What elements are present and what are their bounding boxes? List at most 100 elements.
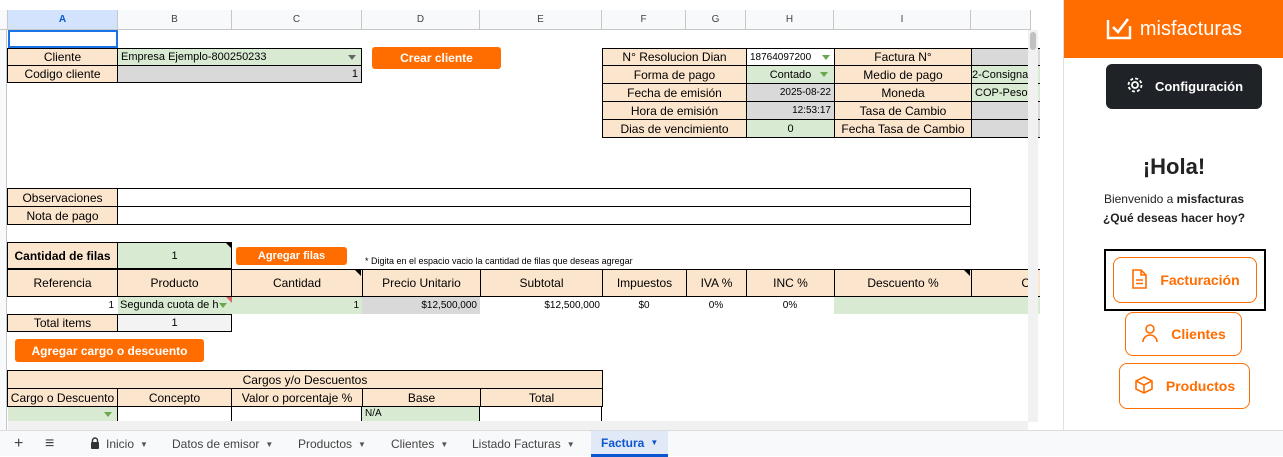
vertical-scrollbar[interactable] [1028,30,1038,422]
note-indicator [964,270,970,276]
total-items-value: 1 [117,314,232,332]
header-impuestos: Impuestos [602,269,687,297]
tab-clientes[interactable]: Clientes ▼ [391,431,448,457]
tab-factura[interactable]: Factura ▼ [591,431,669,457]
factura-numero-label: Factura N° [834,48,972,66]
chevron-down-icon[interactable] [348,55,356,60]
row-producto-select[interactable]: Segunda cuota de h [118,297,232,314]
agregar-filas-button[interactable]: Agregar filas [236,247,347,265]
all-sheets-menu-button[interactable]: ≡ [45,431,54,457]
welcome-text: Bienvenido a misfacturas [1064,192,1283,206]
lock-icon [90,436,100,452]
column-header-g[interactable]: G [686,10,746,30]
greeting-title: ¡Hola! [1142,154,1206,179]
crear-cliente-button[interactable]: Crear cliente [372,47,501,69]
cargos-header-base: Base [362,388,481,407]
dias-vencimiento-label: Dias de vencimiento [602,119,747,138]
brand-logo-text: misfacturas [1139,17,1243,40]
facturacion-button[interactable]: Facturación [1113,257,1257,303]
column-header-j[interactable] [971,10,1031,30]
chevron-down-icon[interactable] [820,72,828,77]
row-descuento[interactable] [834,297,1040,314]
user-icon [1141,323,1159,346]
column-header-i[interactable]: I [834,10,971,30]
chevron-down-icon[interactable]: ▼ [358,440,366,449]
cargos-row-concepto[interactable] [118,407,232,421]
chevron-down-icon[interactable]: ▼ [265,440,273,449]
select-all-corner[interactable] [0,10,8,30]
observaciones-label: Observaciones [7,188,118,207]
nota-pago-input[interactable] [117,206,971,225]
horizontal-scrollbar[interactable] [8,421,1028,430]
chevron-down-icon[interactable]: ▼ [440,440,448,449]
row-inc: 0% [782,300,798,311]
row-gutter[interactable] [0,30,7,430]
productos-button[interactable]: Productos [1119,363,1250,409]
tab-datos-emisor[interactable]: Datos de emisor ▼ [172,431,273,457]
header-referencia: Referencia [7,269,118,297]
chevron-down-icon[interactable] [219,303,227,308]
codigo-cliente-value: 1 [117,65,362,83]
cargos-header-valor: Valor o porcentaje % [231,388,363,407]
row-impuestos: $0 [638,300,650,311]
fecha-tasa-label: Fecha Tasa de Cambio [834,119,972,138]
column-header-d[interactable]: D [362,10,480,30]
header-precio-unitario: Precio Unitario [362,269,481,297]
cantidad-filas-input[interactable]: 1 [117,242,232,269]
header-subtotal: Subtotal [480,269,603,297]
dias-vencimiento-input[interactable]: 0 [746,119,835,138]
cliente-select[interactable]: Empresa Ejemplo-800250233 [117,48,362,66]
column-header-e[interactable]: E [480,10,602,30]
row-producto-value: Segunda cuota de h [120,299,219,311]
facturacion-label: Facturación [1160,272,1240,288]
row-cantidad[interactable]: 1 [232,297,362,314]
cargos-row-tipo[interactable] [8,407,118,421]
add-sheet-button[interactable]: + [14,431,23,457]
cliente-label: Cliente [7,48,118,66]
chevron-down-icon[interactable]: ▼ [140,440,148,449]
tab-inicio[interactable]: Inicio ▼ [90,431,148,457]
hora-emision-label: Hora de emisión [602,101,747,120]
configuracion-button[interactable]: Configuración [1106,64,1262,109]
medio-pago-label: Medio de pago [834,65,972,84]
column-header-f[interactable]: F [602,10,686,30]
header-inc: INC % [746,269,835,297]
tab-inicio-label: Inicio [106,437,135,451]
agregar-filas-hint: * Digita en el espacio vacio la cantidad… [365,256,633,266]
vertical-scroll-thumb[interactable] [1030,32,1036,50]
column-header-b[interactable]: B [118,10,232,30]
hora-emision-value: 12:53:17 [746,101,835,120]
moneda-label: Moneda [834,83,972,102]
cargos-row-base: N/A [362,407,480,421]
spreadsheet-grid[interactable]: A B C D E F G H I Cliente Empresa Ejempl… [0,0,1040,430]
chevron-down-icon[interactable]: ▼ [567,440,575,449]
tasa-cambio-label: Tasa de Cambio [834,101,972,120]
header-iva: IVA % [686,269,747,297]
selected-cell[interactable] [8,30,118,48]
misfacturas-side-panel: misfacturas Configuración ¡Hola! Bienven… [1063,0,1283,430]
row-precio-unitario: $12,500,000 [362,297,480,314]
clientes-button[interactable]: Clientes [1125,312,1242,356]
forma-pago-label: Forma de pago [602,65,747,84]
tab-listado-facturas[interactable]: Listado Facturas ▼ [472,431,575,457]
resolucion-value: 18764097200 [750,51,812,63]
sheet-tabs-bar: + ≡ Inicio ▼ Datos de emisor ▼ Productos… [0,430,1283,457]
welcome-brand: misfacturas [1176,192,1245,206]
column-header-a[interactable]: A [8,10,118,30]
column-header-h[interactable]: H [746,10,834,30]
forma-pago-value: Contado [769,68,812,81]
row-referencia[interactable]: 1 [8,297,117,314]
cantidad-filas-label: Cantidad de filas [7,242,118,269]
cargos-row-valor[interactable] [232,407,362,421]
header-cantidad: Cantidad [231,269,363,297]
configuracion-label: Configuración [1154,79,1244,94]
tab-productos[interactable]: Productos ▼ [298,431,366,457]
row-iva: 0% [708,300,724,311]
observaciones-input[interactable] [117,188,971,207]
chevron-down-icon[interactable] [822,55,830,60]
column-header-c[interactable]: C [232,10,362,30]
chevron-down-icon[interactable]: ▼ [650,438,658,447]
cantidad-filas-text: Cantidad de filas [14,248,111,263]
chevron-down-icon[interactable] [104,412,112,417]
agregar-cargo-button[interactable]: Agregar cargo o descuento [15,339,204,362]
